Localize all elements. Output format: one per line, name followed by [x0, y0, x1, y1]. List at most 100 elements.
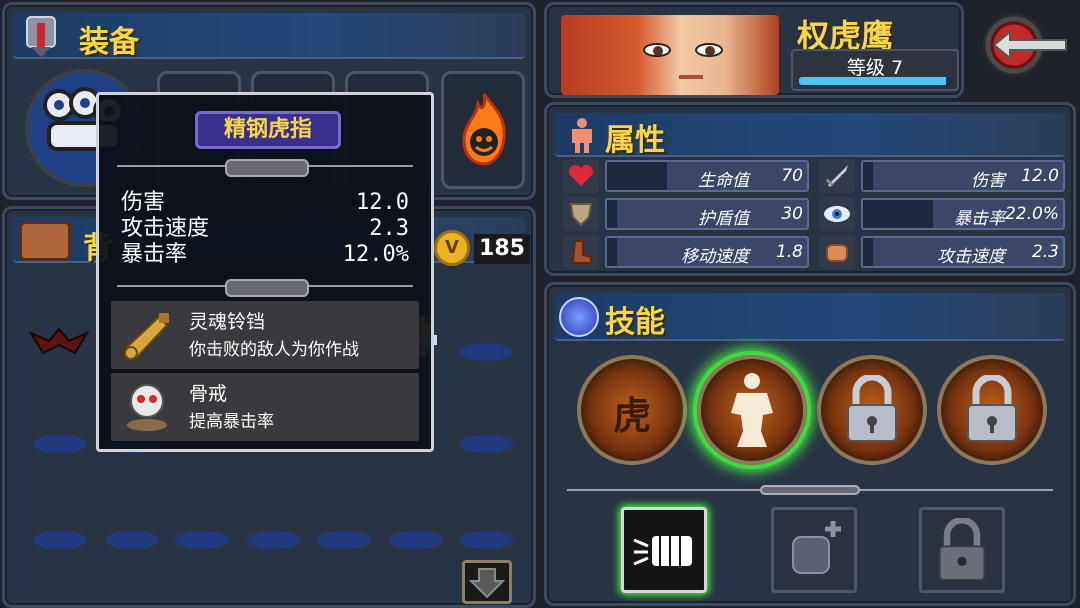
stat-row: 伤害 12.0 [819, 159, 1065, 193]
back-button[interactable] [980, 10, 1072, 80]
tooltip-divider [117, 279, 413, 297]
bag-slot[interactable] [33, 435, 87, 453]
locked-square-skill-button[interactable] [919, 507, 1005, 593]
effect-item: 骨戒 提高暴击率 [111, 373, 419, 441]
bag-slot[interactable] [33, 531, 87, 549]
equip-slot-4[interactable] [441, 71, 525, 189]
stat-value: 12.0 [1021, 166, 1059, 186]
stat-fill [863, 162, 873, 190]
locked-skill-button[interactable] [817, 355, 927, 465]
stat-fill [607, 238, 617, 266]
fist-upgrade-skill-button[interactable] [771, 507, 857, 593]
stat-fill [863, 238, 873, 266]
character-panel: 权虎鹰 等级 7 [544, 2, 964, 98]
tooltip-stat-label: 伤害 [121, 190, 166, 215]
shield-icon [563, 197, 599, 231]
heart-icon [563, 159, 599, 193]
effect-description: 提高暴击率 [189, 412, 274, 432]
stat-label: 暴击率 [954, 209, 1005, 229]
equipment-title: 装备 [79, 25, 139, 60]
tooltip-divider [117, 159, 413, 177]
character-portrait [561, 15, 779, 95]
stat-row: 暴击率 22.0% [819, 197, 1065, 231]
tiger-skill-button[interactable]: 虎 [577, 355, 687, 465]
coin-icon: V [434, 230, 470, 266]
attributes-panel: 属性 生命值 70 伤害 12.0 护盾值 30 暴击率 22.0% 移动速度 1.8 攻击速度 2.… [544, 102, 1076, 276]
stat-value: 1.8 [775, 242, 803, 262]
stat-bar: 移动速度 1.8 [605, 236, 809, 268]
equipment-icon [21, 13, 61, 59]
stat-label: 移动速度 [681, 247, 749, 267]
stat-bar: 暴击率 22.0% [861, 198, 1065, 230]
stat-label: 伤害 [971, 171, 1005, 191]
level-box: 等级 7 [791, 49, 959, 91]
stat-value: 22.0% [1004, 204, 1059, 224]
stat-label: 生命值 [698, 171, 749, 191]
fighter-silhouette-icon [731, 373, 773, 447]
attributes-title: 属性 [605, 123, 665, 158]
back-arrow-icon [982, 13, 1067, 77]
item-name: 精钢虎指 [195, 111, 341, 149]
bag-slot[interactable] [459, 343, 513, 361]
stat-label: 攻击速度 [937, 247, 1005, 267]
sword-icon [819, 159, 855, 193]
stat-fill [863, 200, 933, 228]
skull-ring-icon [127, 384, 167, 431]
stat-row: 生命值 70 [563, 159, 809, 193]
bag-slot[interactable] [317, 531, 371, 549]
effect-name: 骨戒 [189, 383, 228, 405]
tooltip-stat-value: 2.3 [369, 216, 409, 241]
boot-icon [563, 235, 599, 269]
padlock-icon [938, 518, 986, 581]
stat-row: 移动速度 1.8 [563, 235, 809, 269]
level-progress-bar [799, 77, 951, 85]
effect-name: 灵魂铃铛 [189, 311, 266, 333]
skills-divider [567, 485, 1053, 495]
fist-icon [819, 235, 855, 269]
tooltip-stat-label: 攻击速度 [121, 216, 210, 241]
gold-amount: 185 [474, 234, 530, 264]
tooltip-stat-value: 12.0% [342, 242, 409, 267]
stat-bar: 生命值 70 [605, 160, 809, 192]
bag-slot[interactable] [247, 531, 301, 549]
skill-orb-icon [559, 297, 599, 337]
punch-icon [633, 536, 692, 566]
body-icon [567, 117, 597, 153]
scroll-down-button[interactable] [462, 560, 512, 604]
bat-wing-icon [28, 327, 90, 355]
eye-icon [819, 197, 855, 231]
stat-row: 护盾值 30 [563, 197, 809, 231]
skills-panel: 技能 虎 [544, 282, 1076, 606]
tooltip-stat-value: 12.0 [356, 190, 409, 215]
skills-title: 技能 [605, 305, 665, 340]
stat-value: 70 [781, 166, 803, 186]
effect-description: 你击败的敌人为你作战 [189, 340, 359, 360]
bell-icon [124, 313, 169, 360]
bat-item[interactable] [28, 323, 90, 359]
locked-skill-button[interactable] [937, 355, 1047, 465]
bag-slot[interactable] [175, 531, 229, 549]
punch-skill-button[interactable] [621, 507, 707, 593]
stat-fill [607, 162, 667, 190]
stat-value: 30 [781, 204, 803, 224]
stat-row: 攻击速度 2.3 [819, 235, 1065, 269]
bag-slot[interactable] [105, 531, 159, 549]
item-tooltip: 精钢虎指 伤害 12.0 攻击速度 2.3 暴击率 12.0% 灵魂铃铛 你击败的敌人为你… [96, 92, 434, 452]
tiger-glyph: 虎 [612, 394, 651, 438]
stat-label: 护盾值 [698, 209, 749, 229]
bag-slot[interactable] [459, 435, 513, 453]
padlock-icon [847, 375, 897, 442]
bag-slot[interactable] [389, 531, 443, 549]
stat-value: 2.3 [1031, 242, 1059, 262]
backpack-icon [19, 221, 71, 261]
stat-bar: 护盾值 30 [605, 198, 809, 230]
effect-item: 灵魂铃铛 你击败的敌人为你作战 [111, 301, 419, 369]
level-text: 等级 7 [846, 57, 904, 79]
bag-slot[interactable] [459, 531, 513, 549]
stat-bar: 伤害 12.0 [861, 160, 1065, 192]
down-arrow-icon [468, 568, 506, 599]
fire-spirit-icon [462, 93, 506, 166]
fist-plus-icon [792, 521, 841, 574]
tooltip-stat-label: 暴击率 [121, 242, 188, 267]
fighter-skill-button[interactable] [697, 355, 807, 465]
